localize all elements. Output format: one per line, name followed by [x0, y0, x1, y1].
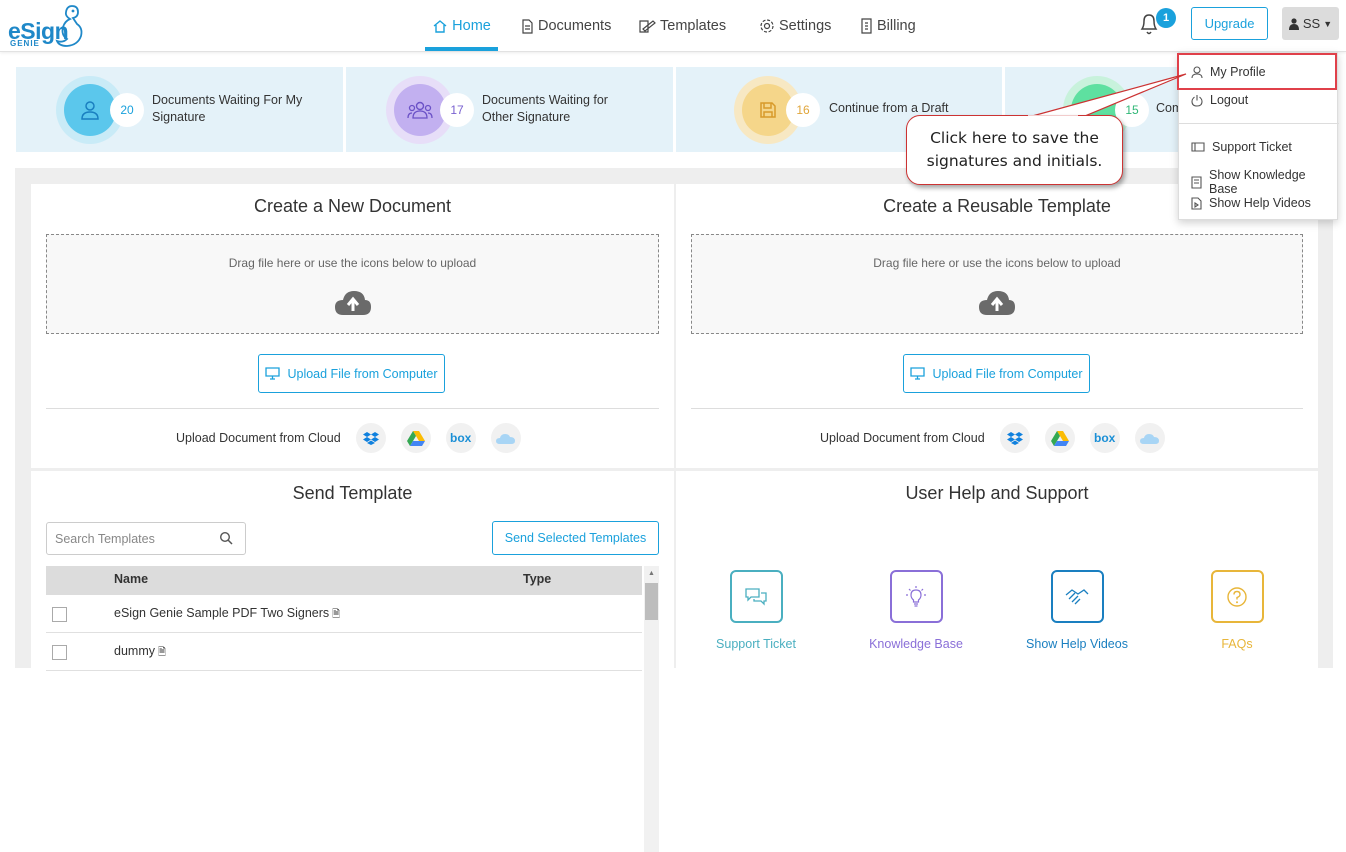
callout-pointer-join: [1028, 115, 1078, 118]
